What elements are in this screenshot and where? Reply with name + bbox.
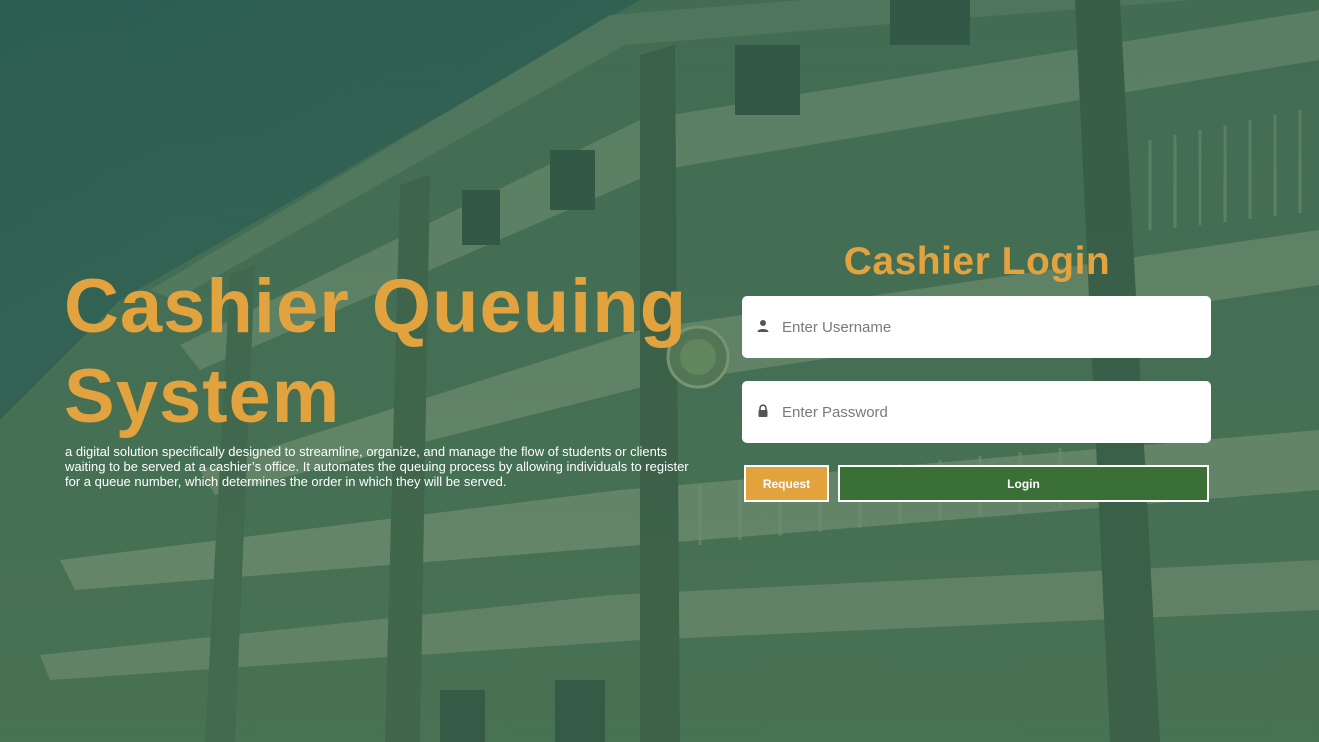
username-input[interactable] <box>782 296 1202 358</box>
hero-description: a digital solution specifically designed… <box>65 444 689 489</box>
login-actions: Request Login <box>742 465 1212 503</box>
password-input[interactable] <box>782 381 1202 443</box>
login-panel: Cashier Login Request Login <box>742 238 1212 503</box>
login-button[interactable]: Login <box>838 465 1209 502</box>
password-field[interactable] <box>742 381 1211 443</box>
user-icon <box>757 320 769 332</box>
lock-icon <box>758 404 768 417</box>
hero-title: Cashier Queuing System <box>64 264 688 439</box>
username-field[interactable] <box>742 296 1211 358</box>
login-page: Cashier Queuing System a digital solutio… <box>0 0 1319 742</box>
hero-section: Cashier Queuing System a digital solutio… <box>64 262 704 489</box>
request-button[interactable]: Request <box>744 465 829 502</box>
login-title: Cashier Login <box>843 240 1111 283</box>
